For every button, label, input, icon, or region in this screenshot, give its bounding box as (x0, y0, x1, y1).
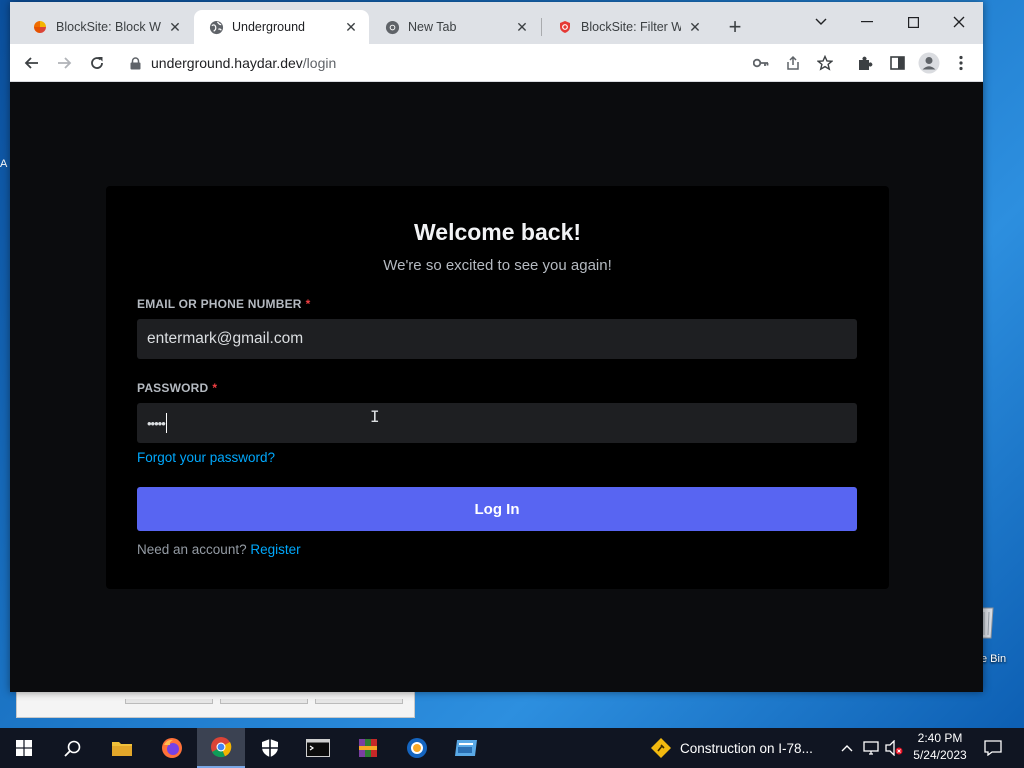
construction-icon (650, 737, 672, 759)
maximize-icon[interactable] (890, 8, 936, 36)
new-tab-button[interactable]: + (722, 15, 748, 41)
forgot-password-link[interactable]: Forgot your password? (137, 450, 275, 465)
tab-strip: BlockSite: Block Web ✕ Underground ✕ New… (10, 2, 983, 44)
required-mark: * (305, 297, 311, 311)
tab-separator (541, 18, 542, 36)
side-panel-icon[interactable] (883, 49, 911, 77)
chrome-icon (384, 19, 400, 35)
shield-icon (557, 19, 573, 35)
tab-title: BlockSite: Block Web (56, 20, 161, 34)
network-icon[interactable] (860, 728, 882, 768)
register-link[interactable]: Register (250, 542, 300, 557)
url-path: /login (302, 55, 337, 71)
minimize-icon[interactable] (844, 8, 890, 36)
close-icon[interactable]: ✕ (167, 19, 183, 36)
email-label: EMAIL OR PHONE NUMBER * (137, 297, 311, 311)
terminal-icon[interactable] (294, 728, 342, 768)
menu-kebab-icon[interactable] (947, 49, 975, 77)
close-window-icon[interactable] (936, 8, 982, 36)
globe-icon (208, 19, 224, 35)
taskbar: Construction on I-78... 2:40 PM 5/24/202… (0, 728, 1024, 768)
close-icon[interactable]: ✕ (343, 19, 359, 36)
register-line: Need an account? Register (137, 542, 301, 557)
ibeam-cursor-icon: I (370, 407, 380, 426)
profile-avatar-icon[interactable] (915, 49, 943, 77)
forward-arrow-icon[interactable] (50, 49, 78, 77)
url-text[interactable]: underground.haydar.dev/login (151, 55, 336, 71)
extensions-puzzle-icon[interactable] (851, 49, 879, 77)
page-viewport: Welcome back! We're so excited to see yo… (10, 82, 983, 692)
file-explorer-icon[interactable] (98, 728, 146, 768)
password-label: PASSWORD * (137, 381, 217, 395)
tab-title: BlockSite: Filter Web (581, 20, 681, 34)
recycle-bin-label[interactable]: e Bin (981, 653, 1006, 665)
tab-title: New Tab (408, 20, 457, 34)
tab-underground[interactable]: Underground ✕ (194, 10, 369, 44)
chrome-taskbar-icon[interactable] (197, 728, 245, 768)
firefox-icon[interactable] (148, 728, 196, 768)
chevron-up-icon[interactable] (838, 728, 856, 768)
close-icon[interactable]: ✕ (514, 19, 530, 36)
login-subtitle: We're so excited to see you again! (383, 257, 612, 274)
notifications-icon[interactable] (978, 728, 1008, 768)
lock-icon[interactable] (130, 56, 141, 70)
reload-icon[interactable] (83, 49, 111, 77)
need-account-text: Need an account? (137, 542, 247, 557)
email-field[interactable]: entermark@gmail.com (137, 319, 857, 359)
news-widget[interactable]: Construction on I-78... (650, 728, 813, 768)
tab-new-tab[interactable]: New Tab ✕ (370, 10, 540, 44)
password-field[interactable]: ••••• (137, 403, 857, 443)
password-value: ••••• (147, 415, 166, 431)
key-icon[interactable] (747, 49, 775, 77)
email-label-text: EMAIL OR PHONE NUMBER (137, 297, 302, 311)
login-card: Welcome back! We're so excited to see yo… (106, 186, 889, 589)
clock-date: 5/24/2023 (913, 748, 967, 762)
login-title: Welcome back! (413, 219, 582, 245)
tab-title: Underground (232, 20, 305, 34)
tab-blocksite-filter[interactable]: BlockSite: Filter Web ✕ (543, 10, 713, 44)
text-caret (165, 413, 167, 433)
winrar-icon[interactable] (344, 728, 392, 768)
clock-time: 2:40 PM (917, 731, 963, 745)
browser-window: BlockSite: Block Web ✕ Underground ✕ New… (10, 2, 983, 692)
password-label-text: PASSWORD (137, 381, 209, 395)
tab-blocksite-block[interactable]: BlockSite: Block Web ✕ (18, 10, 193, 44)
windows-start-icon[interactable] (0, 728, 48, 768)
tab-search-icon[interactable] (798, 8, 844, 36)
login-button[interactable]: Log In (137, 487, 857, 531)
url-host: underground.haydar.dev (151, 55, 303, 71)
back-arrow-icon[interactable] (18, 49, 46, 77)
browser-toolbar: underground.haydar.dev/login (10, 44, 983, 82)
share-icon[interactable] (779, 49, 807, 77)
close-icon[interactable]: ✕ (687, 19, 703, 36)
email-value: entermark@gmail.com (147, 330, 304, 347)
bookmark-star-icon[interactable] (811, 49, 839, 77)
app-window-icon[interactable] (442, 728, 490, 768)
chrome-beta-icon[interactable] (393, 728, 441, 768)
blocksite-icon (32, 19, 48, 35)
required-mark: * (212, 381, 218, 395)
desktop-edge-text: A (0, 158, 8, 170)
system-clock[interactable]: 2:40 PM 5/24/2023 (906, 730, 974, 764)
security-shield-icon[interactable] (246, 728, 294, 768)
volume-muted-icon[interactable] (883, 728, 905, 768)
news-text: Construction on I-78... (680, 740, 813, 756)
search-icon[interactable] (48, 728, 96, 768)
address-bar[interactable]: underground.haydar.dev/login (122, 48, 742, 78)
